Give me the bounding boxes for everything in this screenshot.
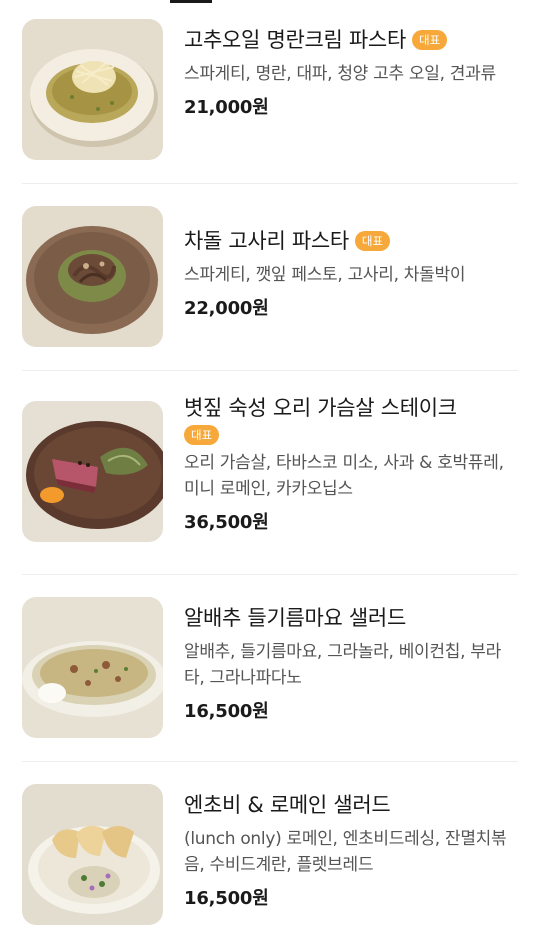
menu-item[interactable]: 볏짚 숙성 오리 가슴살 스테이크 대표 오리 가슴살, 타바스코 미소, 사과… [22, 396, 518, 546]
menu-item-name: 엔초비 & 로메인 샐러드 [184, 793, 391, 817]
menu-item-name: 볏짚 숙성 오리 가슴살 스테이크 [184, 396, 457, 420]
cabbage-salad-dish-image [22, 597, 163, 738]
menu-item-name-line: 고추오일 명란크림 파스타 대표 [184, 25, 518, 55]
pasta-cream-dish-image [22, 19, 163, 160]
active-tab-indicator [170, 0, 212, 3]
menu-item-description: 스파게티, 명란, 대파, 청양 고추 오일, 견과류 [184, 64, 496, 84]
menu-item-name-line: 볏짚 숙성 오리 가슴살 스테이크 [184, 393, 518, 423]
anchovy-salad-dish-image [22, 784, 163, 925]
menu-item-description: 오리 가슴살, 타바스코 미소, 사과 & 호박퓨레, 미니 로메인, 카카오닙… [184, 453, 504, 499]
menu-item-price: 36,500원 [184, 512, 269, 533]
menu-item-price: 21,000원 [184, 97, 269, 118]
divider [22, 574, 518, 575]
menu-item-name-line: 차돌 고사리 파스타 대표 [184, 226, 518, 256]
menu-item-price: 16,500원 [184, 888, 269, 909]
menu-item[interactable]: 알배추 들기름마요 샐러드 알배추, 들기름마요, 그라놀라, 베이컨칩, 부라… [22, 597, 518, 742]
divider [22, 183, 518, 184]
divider [22, 761, 518, 762]
menu-item[interactable]: 차돌 고사리 파스타 대표 스파게티, 깻잎 페스토, 고사리, 차돌박이 22,… [22, 206, 518, 351]
menu-item-name: 알배추 들기름마요 샐러드 [184, 606, 406, 630]
signature-badge: 대표 [184, 425, 220, 445]
signature-badge: 대표 [411, 30, 448, 50]
pasta-beef-dish-image [22, 206, 163, 347]
divider [22, 370, 518, 371]
menu-item[interactable]: 엔초비 & 로메인 샐러드 (lunch only) 로메인, 엔초비드레싱, … [22, 784, 518, 929]
duck-steak-dish-image [22, 401, 163, 542]
menu-item[interactable]: 고추오일 명란크림 파스타 대표 스파게티, 명란, 대파, 청양 고추 오일, … [22, 19, 518, 164]
menu-item-name: 고추오일 명란크림 파스타 [184, 28, 406, 52]
menu-item-name: 차돌 고사리 파스타 [184, 229, 349, 253]
menu-item-price: 22,000원 [184, 298, 269, 319]
menu-item-price: 16,500원 [184, 701, 269, 722]
menu-item-name-line: 엔초비 & 로메인 샐러드 [184, 790, 518, 820]
menu-item-description: 알배추, 들기름마요, 그라놀라, 베이컨칩, 부라타, 그라나파다노 [184, 642, 501, 688]
menu-item-description: (lunch only) 로메인, 엔초비드레싱, 잔멸치볶음, 수비드계란, … [184, 829, 507, 875]
menu-item-name-line: 알배추 들기름마요 샐러드 [184, 603, 518, 633]
signature-badge: 대표 [354, 231, 391, 251]
menu-item-description: 스파게티, 깻잎 페스토, 고사리, 차돌박이 [184, 265, 466, 285]
